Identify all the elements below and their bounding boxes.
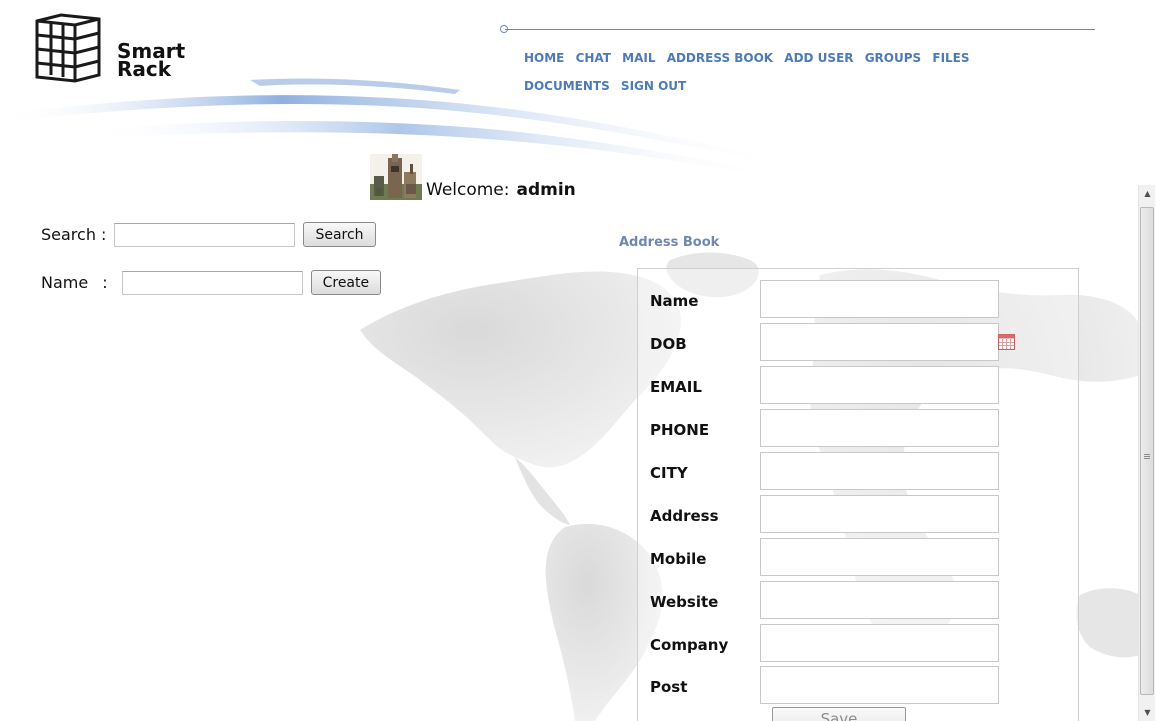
nav-address-book[interactable]: ADDRESS BOOK <box>667 51 773 65</box>
brand-name-line2: Rack <box>117 57 172 81</box>
create-name-label: Name <box>41 273 89 292</box>
field-website-row: Website <box>638 581 1078 619</box>
field-post-label: Post <box>650 678 688 696</box>
nav-home[interactable]: HOME <box>524 51 564 65</box>
nav-rule <box>505 29 1095 30</box>
dob-field[interactable] <box>760 323 999 361</box>
welcome-banner: Welcome: admin <box>370 150 576 200</box>
scroll-up-arrow-icon[interactable]: ▲ <box>1139 185 1156 202</box>
field-city-label: CITY <box>650 464 688 482</box>
logo[interactable]: Smart Rack <box>33 11 213 91</box>
create-name-colon: : <box>102 273 108 292</box>
search-row: Search : Search <box>41 222 376 247</box>
create-row: Name : Create <box>41 270 382 295</box>
field-address-label: Address <box>650 507 719 525</box>
nav-files[interactable]: FILES <box>932 51 969 65</box>
phone-field[interactable] <box>760 409 999 447</box>
nav-add-user[interactable]: ADD USER <box>784 51 853 65</box>
field-phone-row: PHONE <box>638 409 1078 447</box>
field-company-label: Company <box>650 636 729 654</box>
name-field[interactable] <box>760 280 999 318</box>
field-company-row: Company <box>638 624 1078 662</box>
field-mobile-label: Mobile <box>650 550 707 568</box>
create-name-input[interactable] <box>121 270 303 295</box>
search-label: Search : <box>41 225 107 244</box>
save-button[interactable]: Save <box>772 707 906 721</box>
field-dob-row: DOB <box>638 323 1078 361</box>
field-city-row: CITY <box>638 452 1078 490</box>
company-field[interactable] <box>760 624 999 662</box>
welcome-label: Welcome: <box>426 180 510 200</box>
page: Smart Rack HOME CHAT MAIL ADDRESS BOOK A… <box>0 0 1156 721</box>
field-name-label: Name <box>650 292 699 310</box>
field-website-label: Website <box>650 593 719 611</box>
welcome-username: admin <box>516 180 576 200</box>
scroll-thumb[interactable] <box>1140 207 1154 695</box>
rack-logo-icon <box>35 13 101 83</box>
mobile-field[interactable] <box>760 538 999 576</box>
address-field[interactable] <box>760 495 999 533</box>
search-input[interactable] <box>114 222 296 247</box>
field-address-row: Address <box>638 495 1078 533</box>
field-phone-label: PHONE <box>650 421 710 439</box>
field-email-label: EMAIL <box>650 378 702 396</box>
field-email-row: EMAIL <box>638 366 1078 404</box>
address-book-title: Address Book <box>619 235 720 250</box>
vertical-scrollbar[interactable]: ▲ ▼ <box>1138 185 1155 721</box>
field-name-row: Name <box>638 280 1078 318</box>
nav-mail[interactable]: MAIL <box>622 51 655 65</box>
main-nav: HOME CHAT MAIL ADDRESS BOOK ADD USER GRO… <box>524 44 1084 100</box>
calendar-icon[interactable] <box>998 334 1015 350</box>
post-field[interactable] <box>760 666 999 704</box>
nav-chat[interactable]: CHAT <box>576 51 611 65</box>
city-field[interactable] <box>760 452 999 490</box>
nav-sign-out[interactable]: SIGN OUT <box>621 79 686 93</box>
field-post-row: Post <box>638 666 1078 704</box>
create-button[interactable]: Create <box>310 270 382 295</box>
nav-groups[interactable]: GROUPS <box>865 51 921 65</box>
scroll-grip-icon <box>1144 454 1150 459</box>
field-dob-label: DOB <box>650 335 687 353</box>
search-button[interactable]: Search <box>303 222 376 247</box>
scroll-down-arrow-icon[interactable]: ▼ <box>1139 704 1156 721</box>
email-field[interactable] <box>760 366 999 404</box>
website-field[interactable] <box>760 581 999 619</box>
nav-documents[interactable]: DOCUMENTS <box>524 79 610 93</box>
address-book-form: Name DOB EMAIL PHONE CITY Address Mobile… <box>637 268 1079 721</box>
field-mobile-row: Mobile <box>638 538 1078 576</box>
admin-avatar <box>370 154 422 200</box>
